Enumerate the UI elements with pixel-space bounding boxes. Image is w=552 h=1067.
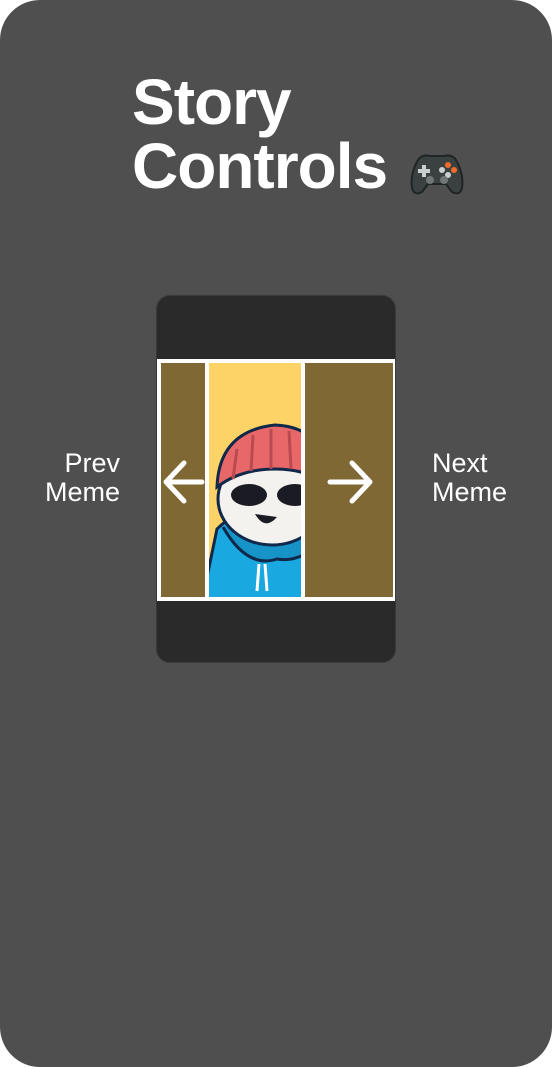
prev-label-line-1: Prev <box>64 448 120 478</box>
next-label-line-2: Meme <box>432 477 508 507</box>
prev-label-line-2: Meme <box>44 477 120 507</box>
arrow-left-icon[interactable] <box>160 457 206 507</box>
arrow-right-icon[interactable] <box>326 457 376 507</box>
next-meme-label[interactable]: Next Meme <box>432 449 542 507</box>
prev-meme-label[interactable]: Prev Meme <box>20 449 120 507</box>
gamepad-icon <box>410 154 464 195</box>
title-line-1: Story <box>132 66 292 138</box>
story-controls-card: Story Controls Prev Meme Next Meme <box>0 0 552 1067</box>
next-label-line-1: Next <box>432 448 488 478</box>
meme-frame <box>209 359 301 601</box>
